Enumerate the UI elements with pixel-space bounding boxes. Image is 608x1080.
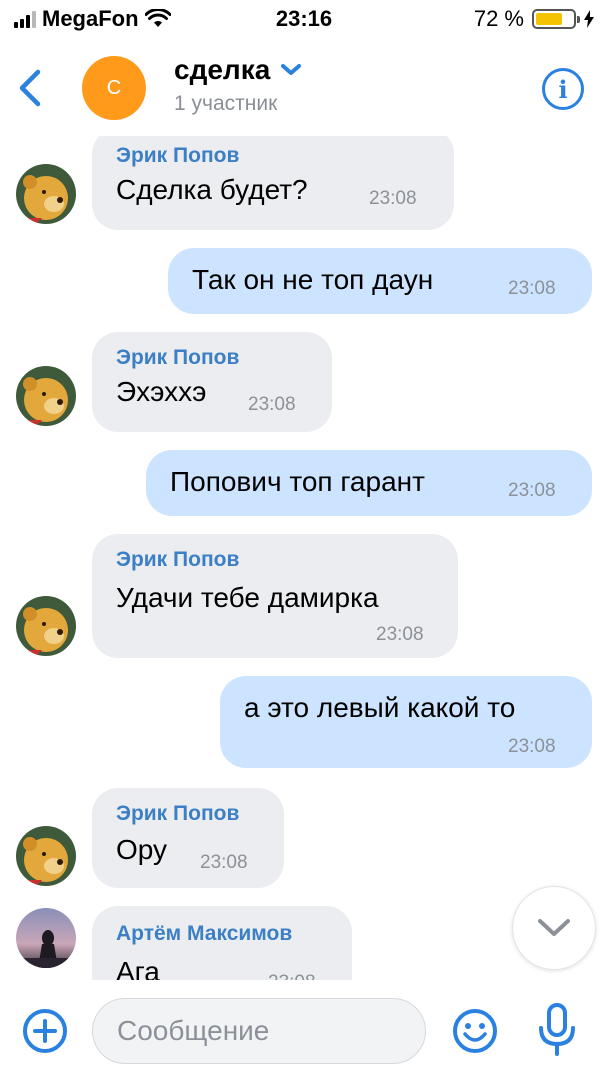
sender-name[interactable]: Эрик Попов (116, 346, 239, 370)
message-list[interactable]: Эрик Попов Сделка будет? 23:08 Так он не… (0, 136, 608, 980)
info-icon: i (558, 74, 568, 104)
incoming-bubble[interactable]: Эрик Попов Ору 23:08 (92, 788, 284, 888)
chat-avatar[interactable]: С (82, 56, 146, 120)
message-text: Эхэххэ (116, 376, 207, 407)
back-chevron-icon[interactable] (12, 66, 48, 110)
message-time: 23:08 (248, 394, 296, 415)
message-text: Удачи тебе дамирка (116, 582, 379, 613)
sender-avatar-sunset[interactable] (16, 908, 76, 968)
bear-avatar-icon (16, 596, 76, 656)
silhouette-avatar-icon (16, 908, 76, 968)
sender-name[interactable]: Артём Максимов (116, 922, 292, 946)
message-text: Сделка будет? (116, 174, 308, 205)
smiley-icon[interactable] (452, 1008, 498, 1054)
message-time: 23:08 (508, 278, 556, 299)
message-time: 23:08 (268, 972, 316, 980)
sender-name[interactable]: Эрик Попов (116, 144, 239, 168)
bear-avatar-icon (16, 164, 76, 224)
outgoing-bubble[interactable]: Так он не топ даун 23:08 (168, 248, 592, 314)
battery-fill (536, 13, 562, 25)
message-text: Так он не топ даун (192, 264, 434, 295)
sender-name[interactable]: Эрик Попов (116, 548, 239, 572)
message-time: 23:08 (508, 480, 556, 501)
plus-circle-icon[interactable] (22, 1008, 68, 1054)
sender-name[interactable]: Эрик Попов (116, 802, 239, 826)
sender-avatar-pooh[interactable] (16, 596, 76, 656)
chat-header: С сделка 1 участник i (0, 40, 608, 136)
message-text: Ору (116, 834, 168, 865)
chevron-down-icon (538, 919, 570, 936)
message-text: а это левый какой то (244, 692, 516, 723)
outgoing-bubble[interactable]: Попович топ гарант 23:08 (146, 450, 592, 516)
message-time: 23:08 (376, 624, 424, 645)
scroll-down-button[interactable] (512, 886, 596, 970)
message-time: 23:08 (508, 736, 556, 757)
chat-subtitle: 1 участник (174, 92, 278, 115)
incoming-bubble[interactable]: Эрик Попов Удачи тебе дамирка 23:08 (92, 534, 458, 658)
bear-avatar-icon (16, 366, 76, 426)
bear-avatar-icon (16, 826, 76, 886)
incoming-bubble[interactable]: Эрик Попов Эхэххэ 23:08 (92, 332, 332, 432)
sender-avatar-pooh[interactable] (16, 164, 76, 224)
incoming-bubble[interactable]: Эрик Попов Сделка будет? 23:08 (92, 136, 454, 230)
incoming-bubble[interactable]: Артём Максимов Ага 23:08 (92, 906, 352, 980)
info-button[interactable]: i (542, 68, 584, 110)
outgoing-bubble[interactable]: а это левый какой то 23:08 (220, 676, 592, 768)
battery-icon (532, 9, 580, 29)
status-bar: MegaFon 23:16 72 % (0, 0, 608, 40)
message-text: Попович топ гарант (170, 466, 425, 497)
sender-avatar-pooh[interactable] (16, 826, 76, 886)
message-text: Ага (116, 956, 160, 980)
chevron-down-icon (281, 64, 302, 75)
chat-title-text: сделка (174, 54, 271, 85)
message-input[interactable] (92, 998, 426, 1064)
chat-title[interactable]: сделка (174, 54, 302, 86)
microphone-icon[interactable] (534, 1002, 580, 1058)
sender-avatar-pooh[interactable] (16, 366, 76, 426)
composer-bar (0, 980, 608, 1080)
message-time: 23:08 (200, 852, 248, 873)
charging-icon (584, 10, 594, 28)
status-right: 72 % (474, 6, 594, 32)
message-time: 23:08 (369, 188, 417, 209)
battery-percent: 72 % (473, 6, 524, 31)
